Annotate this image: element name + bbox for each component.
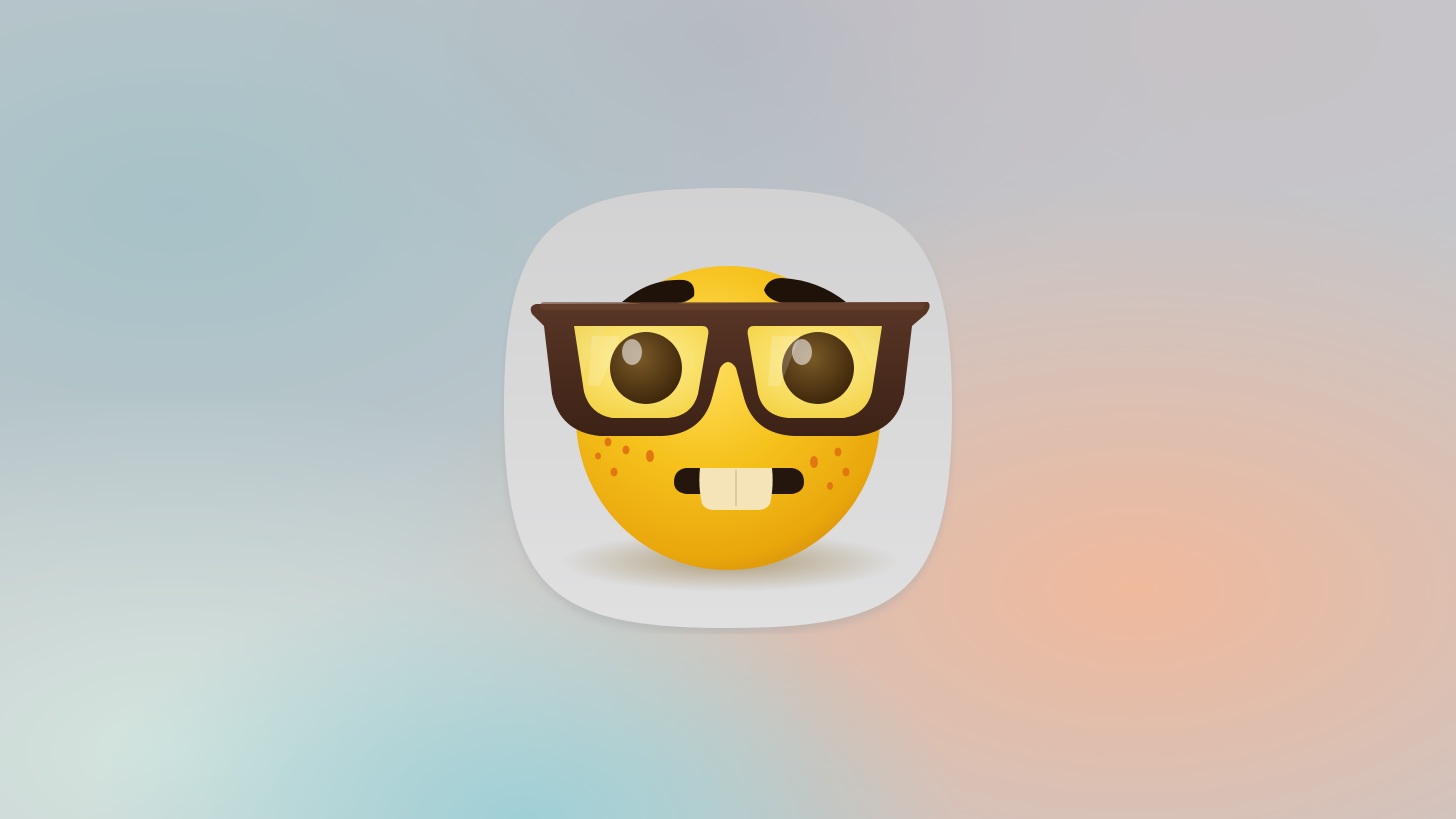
left-eye-highlight (622, 339, 642, 365)
left-eye (610, 332, 682, 404)
nerd-face-icon[interactable] (500, 186, 956, 634)
wallpaper-background (0, 0, 1456, 819)
